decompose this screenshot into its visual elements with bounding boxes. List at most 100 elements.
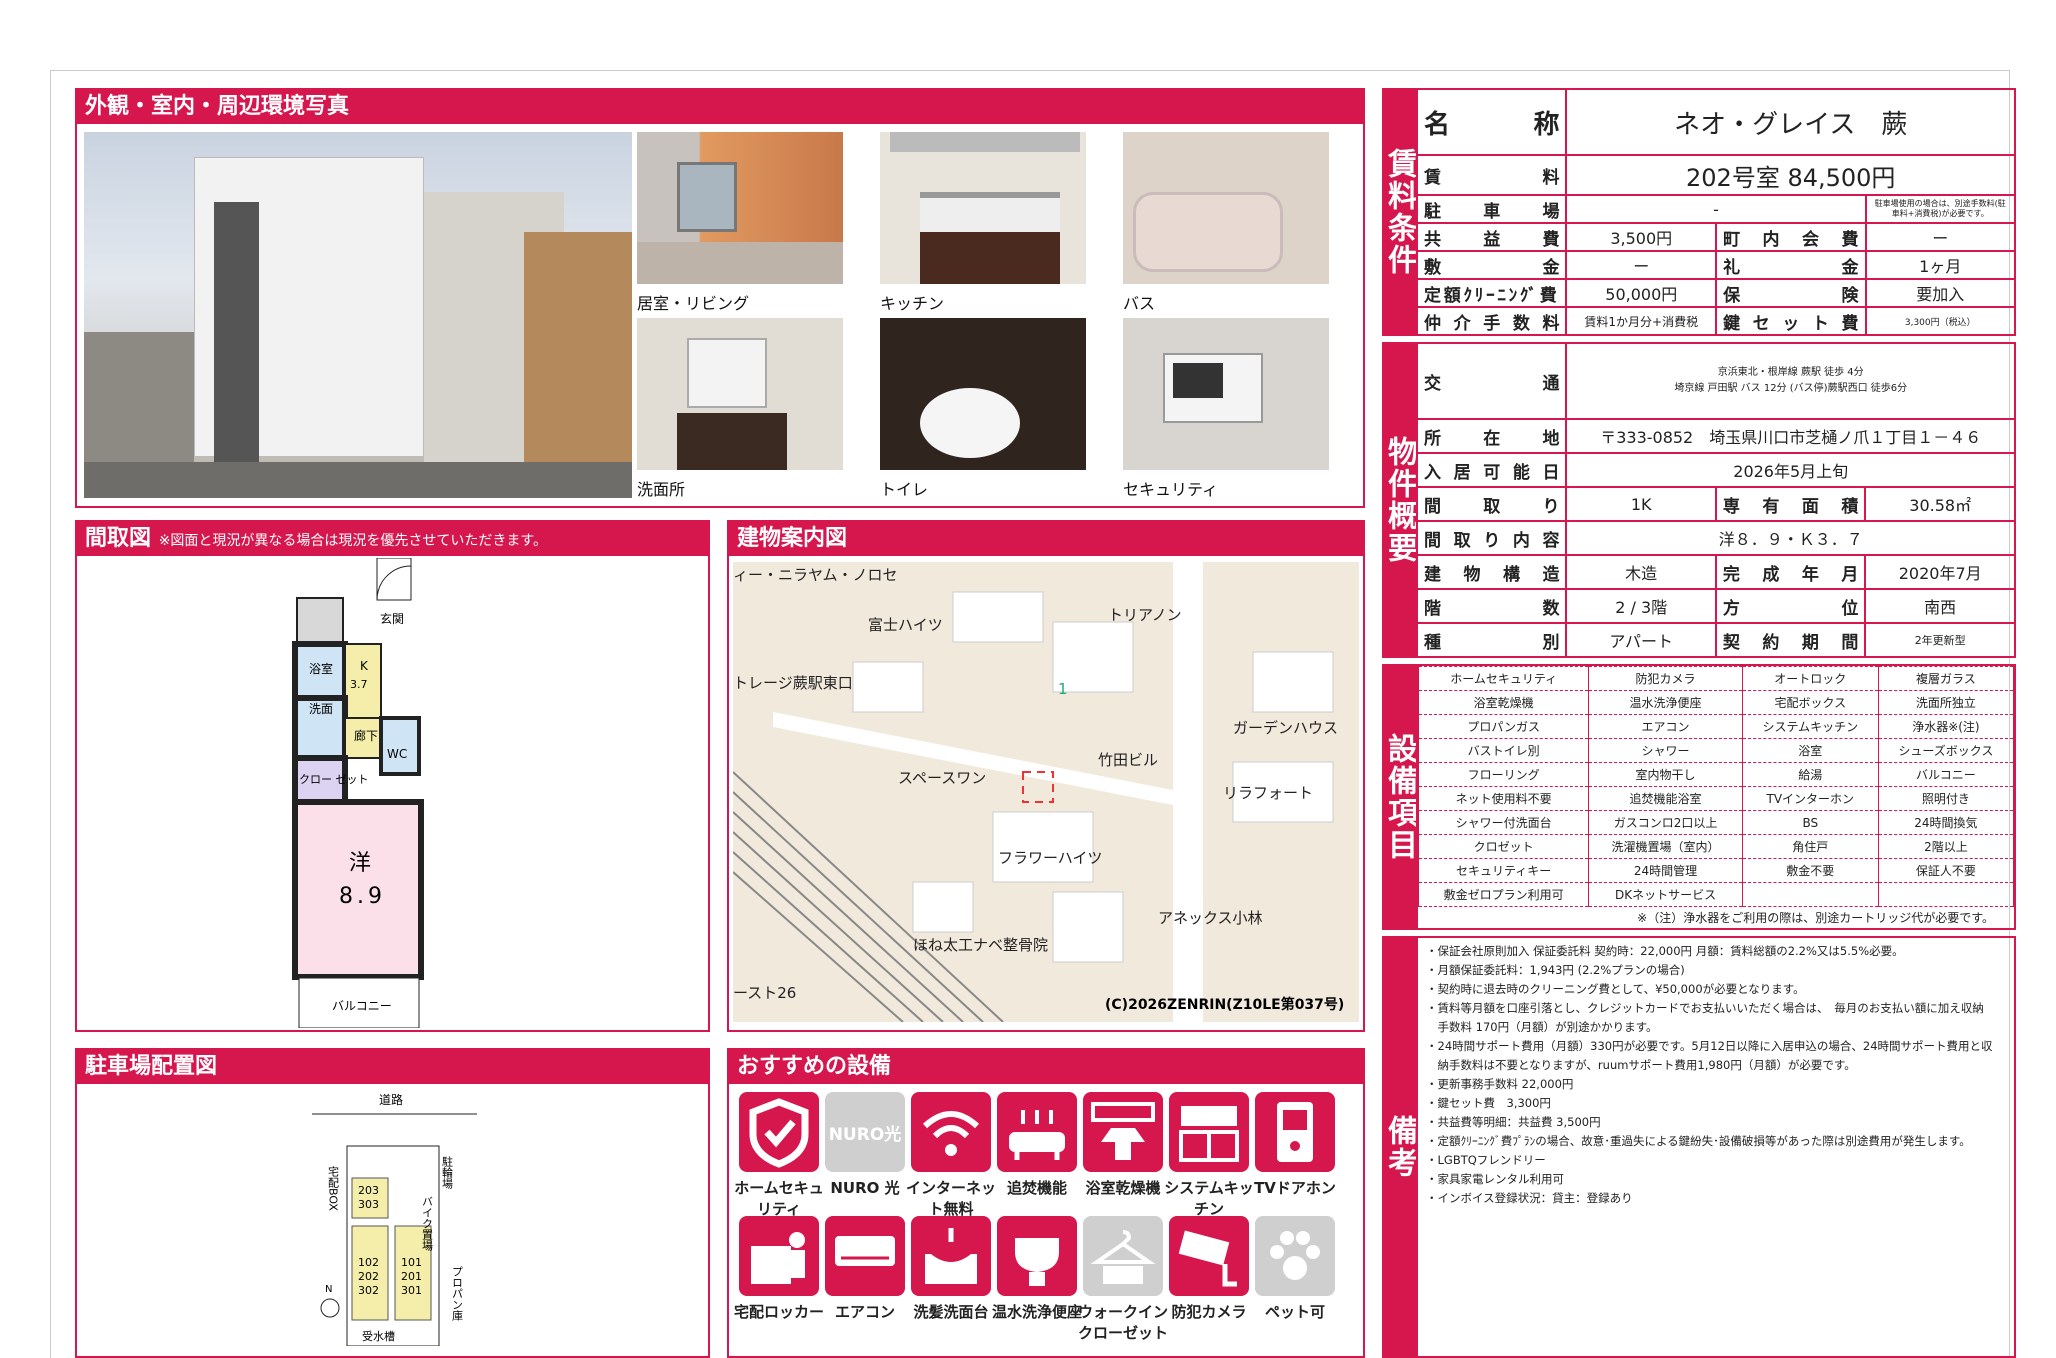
chonai-label: 町内会費 <box>1715 222 1867 252</box>
recommend-label: ホームセキュリティ <box>734 1179 824 1218</box>
equipment-side-tab: 設備項目 <box>1382 664 1417 930</box>
floorplan-panel: 間取図 ※図面と現況が異なる場合は現況を優先させていただきます。 玄関 浴室 K… <box>75 520 710 1032</box>
map-label-2: 富士ハイツ <box>868 616 943 634</box>
equipment-box: ホームセキュリティ 防犯カメラ オートロック 複層ガラス 浴室乾燥機 温水洗浄便座 宅配ボッ… <box>1416 664 2016 930</box>
equipment-row: 浴室乾燥機 温水洗浄便座 宅配ボックス 洗面所独立 <box>1417 690 2015 715</box>
room-201: 201 <box>401 1270 422 1283</box>
kotsu-label: 交通 <box>1415 342 1568 420</box>
parking-fee: - <box>1565 194 1867 224</box>
floorplan-title: 間取図 ※図面と現況が異なる場合は現況を優先させていただきます。 <box>77 522 708 556</box>
equipment-item <box>1877 882 2015 907</box>
propane-label: プロパン庫 <box>451 1266 464 1322</box>
map-label-12: ースト26 <box>733 984 797 1002</box>
map-label-5: ガーデンハウス <box>1233 719 1339 737</box>
parking-drawing: 道路 宅配BOX 駐輪場 バイク置場 プロパン庫 受水槽 203 303 102… <box>312 1092 477 1346</box>
remark-line: ・鍵セット費 3,300円 <box>1426 1096 1551 1110</box>
bath-photo <box>1123 132 1329 284</box>
equipment-item: エアコン <box>1588 714 1743 739</box>
map-label-6: 竹田ビル <box>1098 751 1159 769</box>
equipment-item: 複層ガラス <box>1877 666 2015 691</box>
washroom-photo <box>637 318 843 470</box>
equipment-item: クロゼット <box>1417 834 1590 859</box>
kozo-value: 木造 <box>1565 554 1717 590</box>
remark-line: ・家具家電レンタル利用可 <box>1426 1172 1564 1186</box>
equipment-table: ホームセキュリティ 防犯カメラ オートロック 複層ガラス 浴室乾燥機 温水洗浄便座 宅配ボッ… <box>1417 666 2015 907</box>
toilet-caption: トイレ <box>880 480 929 499</box>
map-panel: 建物案内図 ィー・ニラヤム・ノロセ 富士ハイツ トリアノン トレージ蕨駅東口 ガ… <box>727 520 1365 1032</box>
map-copyright: (C)2026ZENRIN(Z10LE第037号) <box>1105 997 1345 1013</box>
closet-label: クロー ゼット <box>299 773 369 786</box>
camera-icon <box>1169 1216 1249 1296</box>
parking-fee-label: 駐車場 <box>1415 194 1568 224</box>
hoken-label: 保険 <box>1715 278 1867 308</box>
room-102: 102 <box>358 1256 379 1269</box>
kotsu-line-1: 京浜東北・根岸線 蕨駅 徒歩 4分 <box>1717 367 1864 378</box>
map-label-10: アネックス小林 <box>1158 909 1263 927</box>
floorplan-note: ※図面と現況が異なる場合は現況を優先させていただきます。 <box>158 533 548 549</box>
menseki-label: 専有面積 <box>1714 486 1867 522</box>
keiyaku-label: 契約期間 <box>1714 622 1867 658</box>
equipment-item: 室内物干し <box>1588 762 1743 787</box>
paw-icon <box>1255 1216 1335 1296</box>
equipment-row: ネット使用料不要 追焚機能浴室 TVインターホン 照明付き <box>1417 786 2015 811</box>
property-name: ネオ・グレイス 蕨 <box>1565 88 2016 156</box>
shubetsu-label: 種別 <box>1415 622 1568 658</box>
menseki-value: 30.58㎡ <box>1864 486 2016 522</box>
recommend-label: システムキッチン <box>1164 1179 1254 1218</box>
aircon-icon <box>825 1216 905 1296</box>
security-photo <box>1123 318 1329 470</box>
nuro-icon: NURO光 <box>825 1092 905 1172</box>
madori-label: 間取り <box>1415 486 1568 522</box>
nyukyo-label: 入居可能日 <box>1415 452 1568 488</box>
north-label: N <box>325 1284 332 1295</box>
equipment-item: 浴室乾燥機 <box>1417 690 1590 715</box>
recommend-label: ペット可 <box>1264 1303 1325 1321</box>
shiki-label: 敷金 <box>1415 250 1568 280</box>
equipment-item: 24時間換気 <box>1877 810 2015 835</box>
wash-label: 洗面 <box>309 702 333 716</box>
equipment-item: DKネットサービス <box>1588 882 1743 907</box>
shield-icon <box>739 1092 819 1172</box>
chonai-value: ー <box>1864 222 2016 252</box>
remark-line: 手数料 170円（月額）が別途かかります。 <box>1426 1020 1658 1034</box>
room-202: 202 <box>358 1270 379 1283</box>
remark-line: ・共益費等明細：共益費 3,500円 <box>1426 1115 1601 1129</box>
equipment-item: 敷金不要 <box>1741 858 1879 883</box>
equipment-row: ホームセキュリティ 防犯カメラ オートロック 複層ガラス <box>1417 666 2015 691</box>
rei-value: 1ヶ月 <box>1864 250 2016 280</box>
remark-line: ・契約時に退去時のクリーニング費として、¥50,000が必要となります。 <box>1426 982 1805 996</box>
entrance-label: 玄関 <box>380 611 404 626</box>
chukai-value: 賃料1か月分+消費税 <box>1565 306 1718 336</box>
equipment-row: シャワー付洗面台 ガスコンロ2口以上 BS 24時間換気 <box>1417 810 2015 835</box>
kyoeki-value: 3,500円 <box>1565 222 1718 252</box>
shubetsu-value: アパート <box>1565 622 1717 658</box>
remarks-list: ・保証会社原則加入 保証委託料 契約時：22,000円 月額：賃料総額の2.2%… <box>1426 942 1993 1208</box>
equipment-item: 浴室 <box>1741 738 1879 763</box>
chukai-label: 仲介手数料 <box>1415 306 1568 336</box>
shiki-value: ー <box>1565 250 1718 280</box>
recommend-label: 防犯カメラ <box>1171 1303 1247 1321</box>
equipment-item: 給湯 <box>1741 762 1879 787</box>
closet-icon <box>1083 1216 1163 1296</box>
equipment-item: シャワー付洗面台 <box>1417 810 1590 835</box>
washbasin-icon <box>911 1216 991 1296</box>
room-label: 洋 <box>349 851 371 876</box>
remark-line: ・更新事務手数料 22,000円 <box>1426 1077 1574 1091</box>
kozo-label: 建物構造 <box>1415 554 1568 590</box>
map-label-11: ほね太工ナベ整骨院 <box>913 936 1049 954</box>
equipment-item: バルコニー <box>1877 762 2015 787</box>
floorplan-drawing: 玄関 浴室 K 3.7 洗面 廊下 クロー ゼット WC 洋 8.9 バルコニー <box>292 558 424 1028</box>
kai-label: 階数 <box>1415 588 1568 624</box>
map-title: 建物案内図 <box>729 522 1363 556</box>
remark-line: ・24時間サポート費用（月額）330円が必要です。5月12日以降に入居申込の場合… <box>1426 1039 1993 1053</box>
remark-line: ・LGBTQフレンドリー <box>1426 1153 1546 1167</box>
outline-table: 交通 京浜東北・根岸線 蕨駅 徒歩 4分 埼京線 戸田駅 バス 12分 (バス停)蕨… <box>1415 342 2016 658</box>
map-label-13: 1 <box>1058 680 1068 698</box>
remarks-side-tab: 備考 <box>1382 936 1417 1358</box>
kyoeki-label: 共益費 <box>1415 222 1568 252</box>
equipment-row: クロゼット 洗濯機置場（室内） 角住戸 2階以上 <box>1417 834 2015 859</box>
road-label: 道路 <box>379 1092 403 1107</box>
parking-panel: 駐車場配置図 道路 宅配BOX 駐輪場 バイク置場 プロパン庫 受水槽 203 … <box>75 1048 710 1358</box>
equipment-item: TVインターホン <box>1741 786 1879 811</box>
recommend-label: 温水洗浄便座 <box>992 1303 1083 1321</box>
